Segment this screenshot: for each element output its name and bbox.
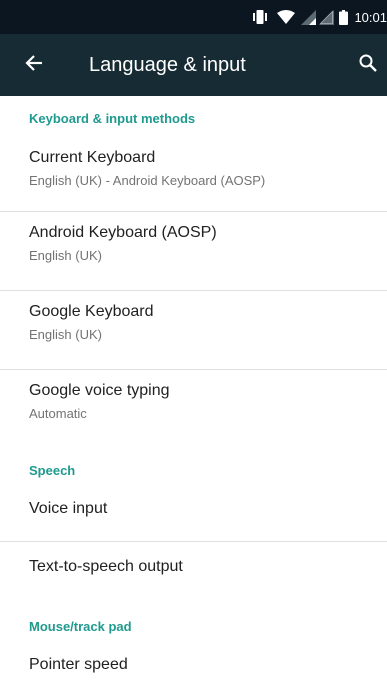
arrow-back-icon bbox=[25, 54, 43, 77]
item-title: Google voice typing bbox=[29, 382, 170, 399]
status-icons: 10:01 bbox=[251, 0, 387, 34]
signal-icon bbox=[301, 9, 317, 25]
item-title: Google Keyboard bbox=[29, 303, 154, 320]
signal-icon bbox=[319, 9, 335, 25]
item-title: Pointer speed bbox=[29, 656, 128, 673]
item-subtitle: English (UK) bbox=[29, 327, 102, 342]
item-subtitle: Automatic bbox=[29, 406, 87, 421]
list-item-text-to-speech[interactable]: Text-to-speech output bbox=[0, 542, 387, 602]
list-item-pointer-speed[interactable]: Pointer speed bbox=[0, 644, 387, 688]
search-button[interactable] bbox=[355, 52, 381, 78]
list-item-voice-input[interactable]: Voice input bbox=[0, 488, 387, 538]
page-title: Language & input bbox=[89, 54, 246, 76]
section-header-keyboard: Keyboard & input methods bbox=[29, 111, 196, 126]
vibrate-icon bbox=[251, 9, 269, 25]
list-item-google-keyboard[interactable]: Google Keyboard English (UK) bbox=[0, 291, 387, 369]
list-item-google-voice-typing[interactable]: Google voice typing Automatic bbox=[0, 370, 387, 440]
item-subtitle: English (UK) - Android Keyboard (AOSP) bbox=[29, 173, 266, 188]
item-title: Voice input bbox=[29, 500, 108, 517]
battery-icon bbox=[339, 9, 349, 25]
status-bar: 10:01 bbox=[0, 0, 387, 34]
section-header-speech: Speech bbox=[29, 463, 76, 478]
item-title: Text-to-speech output bbox=[29, 558, 183, 575]
item-title: Current Keyboard bbox=[29, 149, 156, 166]
status-time: 10:01 bbox=[354, 9, 387, 25]
list-item-current-keyboard[interactable]: Current Keyboard English (UK) - Android … bbox=[0, 136, 387, 201]
section-header-mouse: Mouse/track pad bbox=[29, 619, 132, 634]
app-bar: Language & input bbox=[0, 34, 387, 96]
back-button[interactable] bbox=[20, 51, 48, 79]
search-icon bbox=[359, 54, 377, 77]
list-item-android-keyboard[interactable]: Android Keyboard (AOSP) English (UK) bbox=[0, 212, 387, 290]
wifi-icon bbox=[277, 10, 296, 24]
item-subtitle: English (UK) bbox=[29, 248, 102, 263]
item-title: Android Keyboard (AOSP) bbox=[29, 224, 217, 241]
